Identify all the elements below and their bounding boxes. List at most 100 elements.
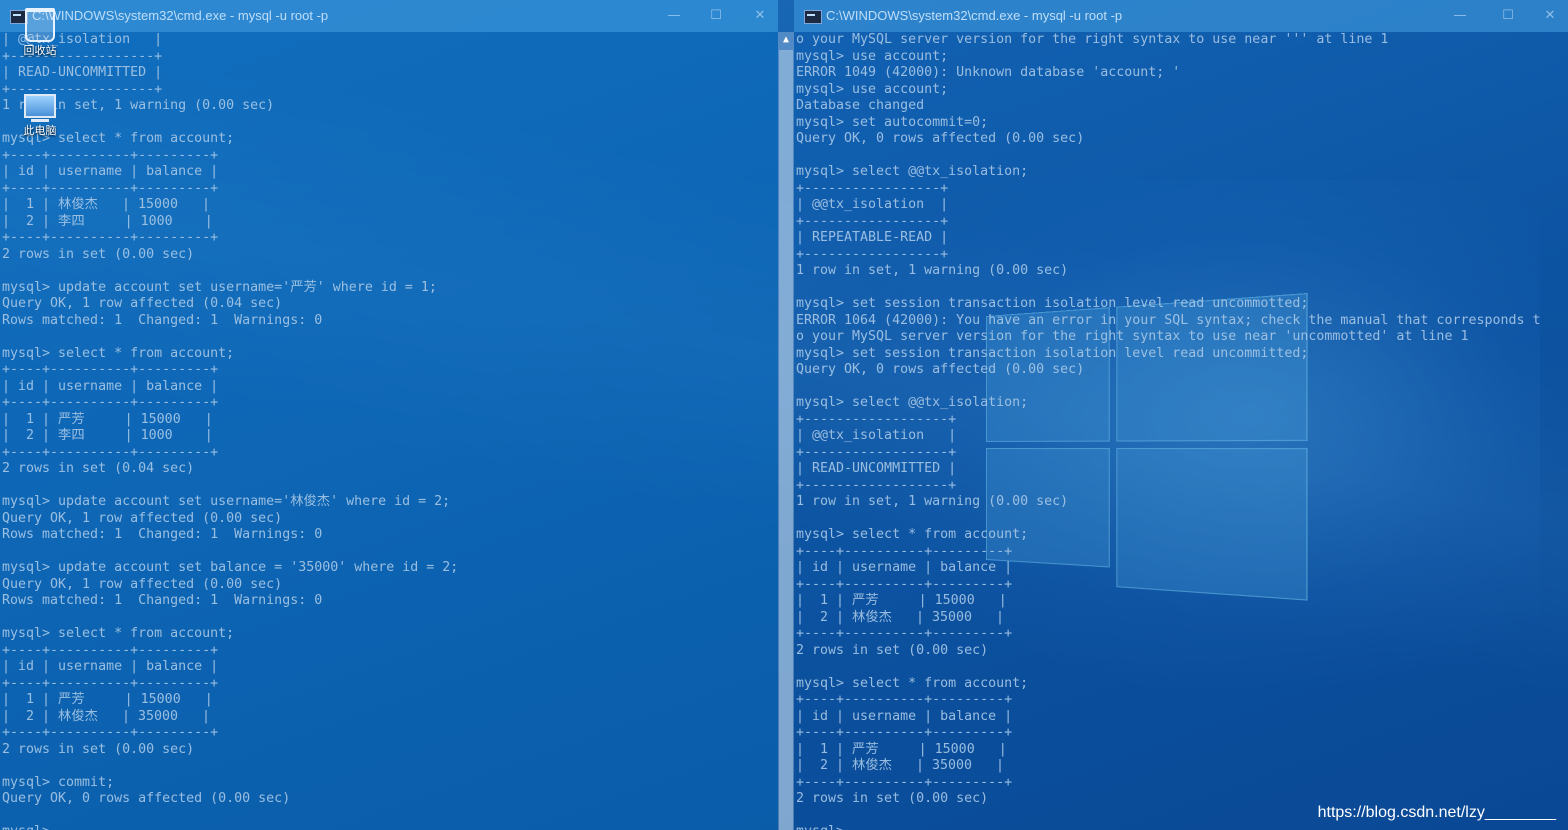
titlebar-right[interactable]: C:\WINDOWS\system32\cmd.exe - mysql -u r… xyxy=(794,0,1568,32)
terminal-line: mysql> select * from account; xyxy=(796,527,1029,542)
this-pc-icon xyxy=(24,94,56,118)
terminal-line: o your MySQL server version for the righ… xyxy=(796,32,1389,47)
terminal-line: ERROR 1064 (42000): You have an error in… xyxy=(796,312,1541,328)
maximize-button[interactable]: ☐ xyxy=(1490,4,1526,28)
terminal-line: 2 rows in set (0.00 sec) xyxy=(2,246,195,262)
terminal-line: +------------------+ xyxy=(2,81,163,97)
terminal-line: mysql> set autocommit=0; xyxy=(796,114,989,130)
terminal-line: 1 row in set, 1 warning (0.00 sec) xyxy=(796,263,1069,278)
minimize-button[interactable]: — xyxy=(1442,4,1478,28)
terminal-line: Rows matched: 1 Changed: 1 Warnings: 0 xyxy=(2,312,323,328)
terminal-line: | 2 | 林俊杰 | 35000 | xyxy=(796,609,1005,625)
terminal-line: | @@tx_isolation | xyxy=(796,428,957,443)
cmd-icon xyxy=(804,10,822,24)
terminal-line: +-----------------+ xyxy=(796,246,949,262)
terminal-line: mysql> select @@tx_isolation; xyxy=(796,164,1029,179)
terminal-line: | REPEATABLE-READ | xyxy=(796,230,949,245)
terminal-line: | id | username | balance | xyxy=(2,378,219,394)
terminal-line: mysql> _ xyxy=(2,824,778,830)
terminal-line: +------------------+ xyxy=(2,48,163,64)
scroll-up-arrow-icon[interactable]: ▲ xyxy=(779,33,793,47)
terminal-line: +----+----------+---------+ xyxy=(2,395,219,410)
terminal-line: mysql> select * from account; xyxy=(796,675,1029,691)
terminal-line: +----+----------+---------+ xyxy=(796,576,1013,592)
this-pc-shortcut[interactable]: 此电脑 xyxy=(10,94,70,138)
terminal-line: Query OK, 1 row affected (0.04 sec) xyxy=(2,296,283,311)
terminal-line: | 1 | 严芳 | 15000 | xyxy=(2,692,213,707)
terminal-line: mysql> select @@tx_isolation; xyxy=(796,395,1029,410)
cmd-window-right[interactable]: C:\WINDOWS\system32\cmd.exe - mysql -u r… xyxy=(794,0,1568,830)
terminal-line: 2 rows in set (0.00 sec) xyxy=(2,741,195,757)
terminal-line: | 1 | 严芳 | 15000 | xyxy=(796,593,1007,608)
terminal-line: +-----------------+ xyxy=(796,213,949,229)
watermark-url: https://blog.csdn.net/lzy________ xyxy=(1317,804,1556,821)
terminal-line: +-----------------+ xyxy=(796,180,949,196)
terminal-line: Query OK, 0 rows affected (0.00 sec) xyxy=(796,131,1085,146)
terminal-line: mysql> update account set username='林俊杰'… xyxy=(2,494,451,509)
close-button[interactable]: ✕ xyxy=(1532,4,1568,28)
terminal-line: +------------------+ xyxy=(796,477,957,493)
terminal-line: +----+----------+---------+ xyxy=(2,675,219,691)
terminal-line: | 2 | 李四 | 1000 | xyxy=(2,428,213,443)
terminal-line: 2 rows in set (0.00 sec) xyxy=(796,642,989,658)
terminal-line: mysql> update account set balance = '350… xyxy=(2,560,459,575)
terminal-line: | 2 | 李四 | 1000 | xyxy=(2,213,213,229)
terminal-line: | 2 | 林俊杰 | 35000 | xyxy=(796,758,1005,773)
titlebar-left[interactable]: C:\WINDOWS\system32\cmd.exe - mysql -u r… xyxy=(0,0,778,32)
terminal-line: +------------------+ xyxy=(796,444,957,460)
minimize-button[interactable]: — xyxy=(656,4,692,28)
terminal-line: Query OK, 0 rows affected (0.00 sec) xyxy=(796,362,1085,377)
maximize-button[interactable]: ☐ xyxy=(698,4,734,28)
terminal-output-left[interactable]: | @@tx_isolation | +------------------+ | … xyxy=(2,32,778,830)
window-title: C:\WINDOWS\system32\cmd.exe - mysql -u r… xyxy=(32,8,329,23)
terminal-line: Query OK, 1 row affected (0.00 sec) xyxy=(2,510,283,526)
close-button[interactable]: ✕ xyxy=(742,4,778,28)
terminal-line: mysql> update account set username='严芳' … xyxy=(2,279,437,295)
recycle-bin-icon xyxy=(25,8,55,42)
terminal-line: Query OK, 0 rows affected (0.00 sec) xyxy=(2,791,291,806)
terminal-line: | 1 | 严芳 | 15000 | xyxy=(796,741,1007,757)
terminal-line: +------------------+ xyxy=(796,411,957,427)
terminal-line: | @@tx_isolation | xyxy=(2,32,163,47)
terminal-output-right[interactable]: o your MySQL server version for the righ… xyxy=(796,32,1568,830)
terminal-line: 1 row in set, 1 warning (0.00 sec) xyxy=(2,98,275,113)
window-title: C:\WINDOWS\system32\cmd.exe - mysql -u r… xyxy=(826,8,1123,23)
terminal-line: +----+----------+---------+ xyxy=(796,543,1013,559)
terminal-line: mysql> use account; xyxy=(796,48,949,64)
terminal-line: mysql> _ xyxy=(796,824,1568,830)
terminal-line: +----+----------+---------+ xyxy=(796,692,1013,707)
terminal-line: Database changed xyxy=(796,98,925,113)
terminal-line: +----+----------+---------+ xyxy=(2,147,219,163)
cmd-window-left[interactable]: C:\WINDOWS\system32\cmd.exe - mysql -u r… xyxy=(0,0,778,830)
terminal-line: +----+----------+---------+ xyxy=(796,774,1013,790)
terminal-line: | id | username | balance | xyxy=(796,560,1013,575)
terminal-line: | id | username | balance | xyxy=(2,164,219,179)
terminal-line: +----+----------+---------+ xyxy=(796,725,1013,740)
terminal-line: | 1 | 严芳 | 15000 | xyxy=(2,411,213,427)
terminal-line: +----+----------+---------+ xyxy=(2,642,219,658)
terminal-line: 2 rows in set (0.04 sec) xyxy=(2,461,195,476)
recycle-bin-label: 回收站 xyxy=(23,45,57,57)
recycle-bin-shortcut[interactable]: 回收站 xyxy=(10,8,70,58)
scrollbar-thumb[interactable] xyxy=(779,50,793,830)
terminal-line: | id | username | balance | xyxy=(796,708,1013,724)
terminal-line: | 2 | 林俊杰 | 35000 | xyxy=(2,708,211,724)
this-pc-label: 此电脑 xyxy=(23,125,57,137)
terminal-line: | @@tx_isolation | xyxy=(796,197,949,212)
terminal-line: +----+----------+---------+ xyxy=(796,626,1013,641)
terminal-line: ERROR 1049 (42000): Unknown database 'ac… xyxy=(796,65,1181,80)
terminal-line: mysql> set session transaction isolation… xyxy=(796,296,1309,311)
terminal-line: Rows matched: 1 Changed: 1 Warnings: 0 xyxy=(2,527,323,542)
terminal-line: mysql> select * from account; xyxy=(2,626,235,641)
